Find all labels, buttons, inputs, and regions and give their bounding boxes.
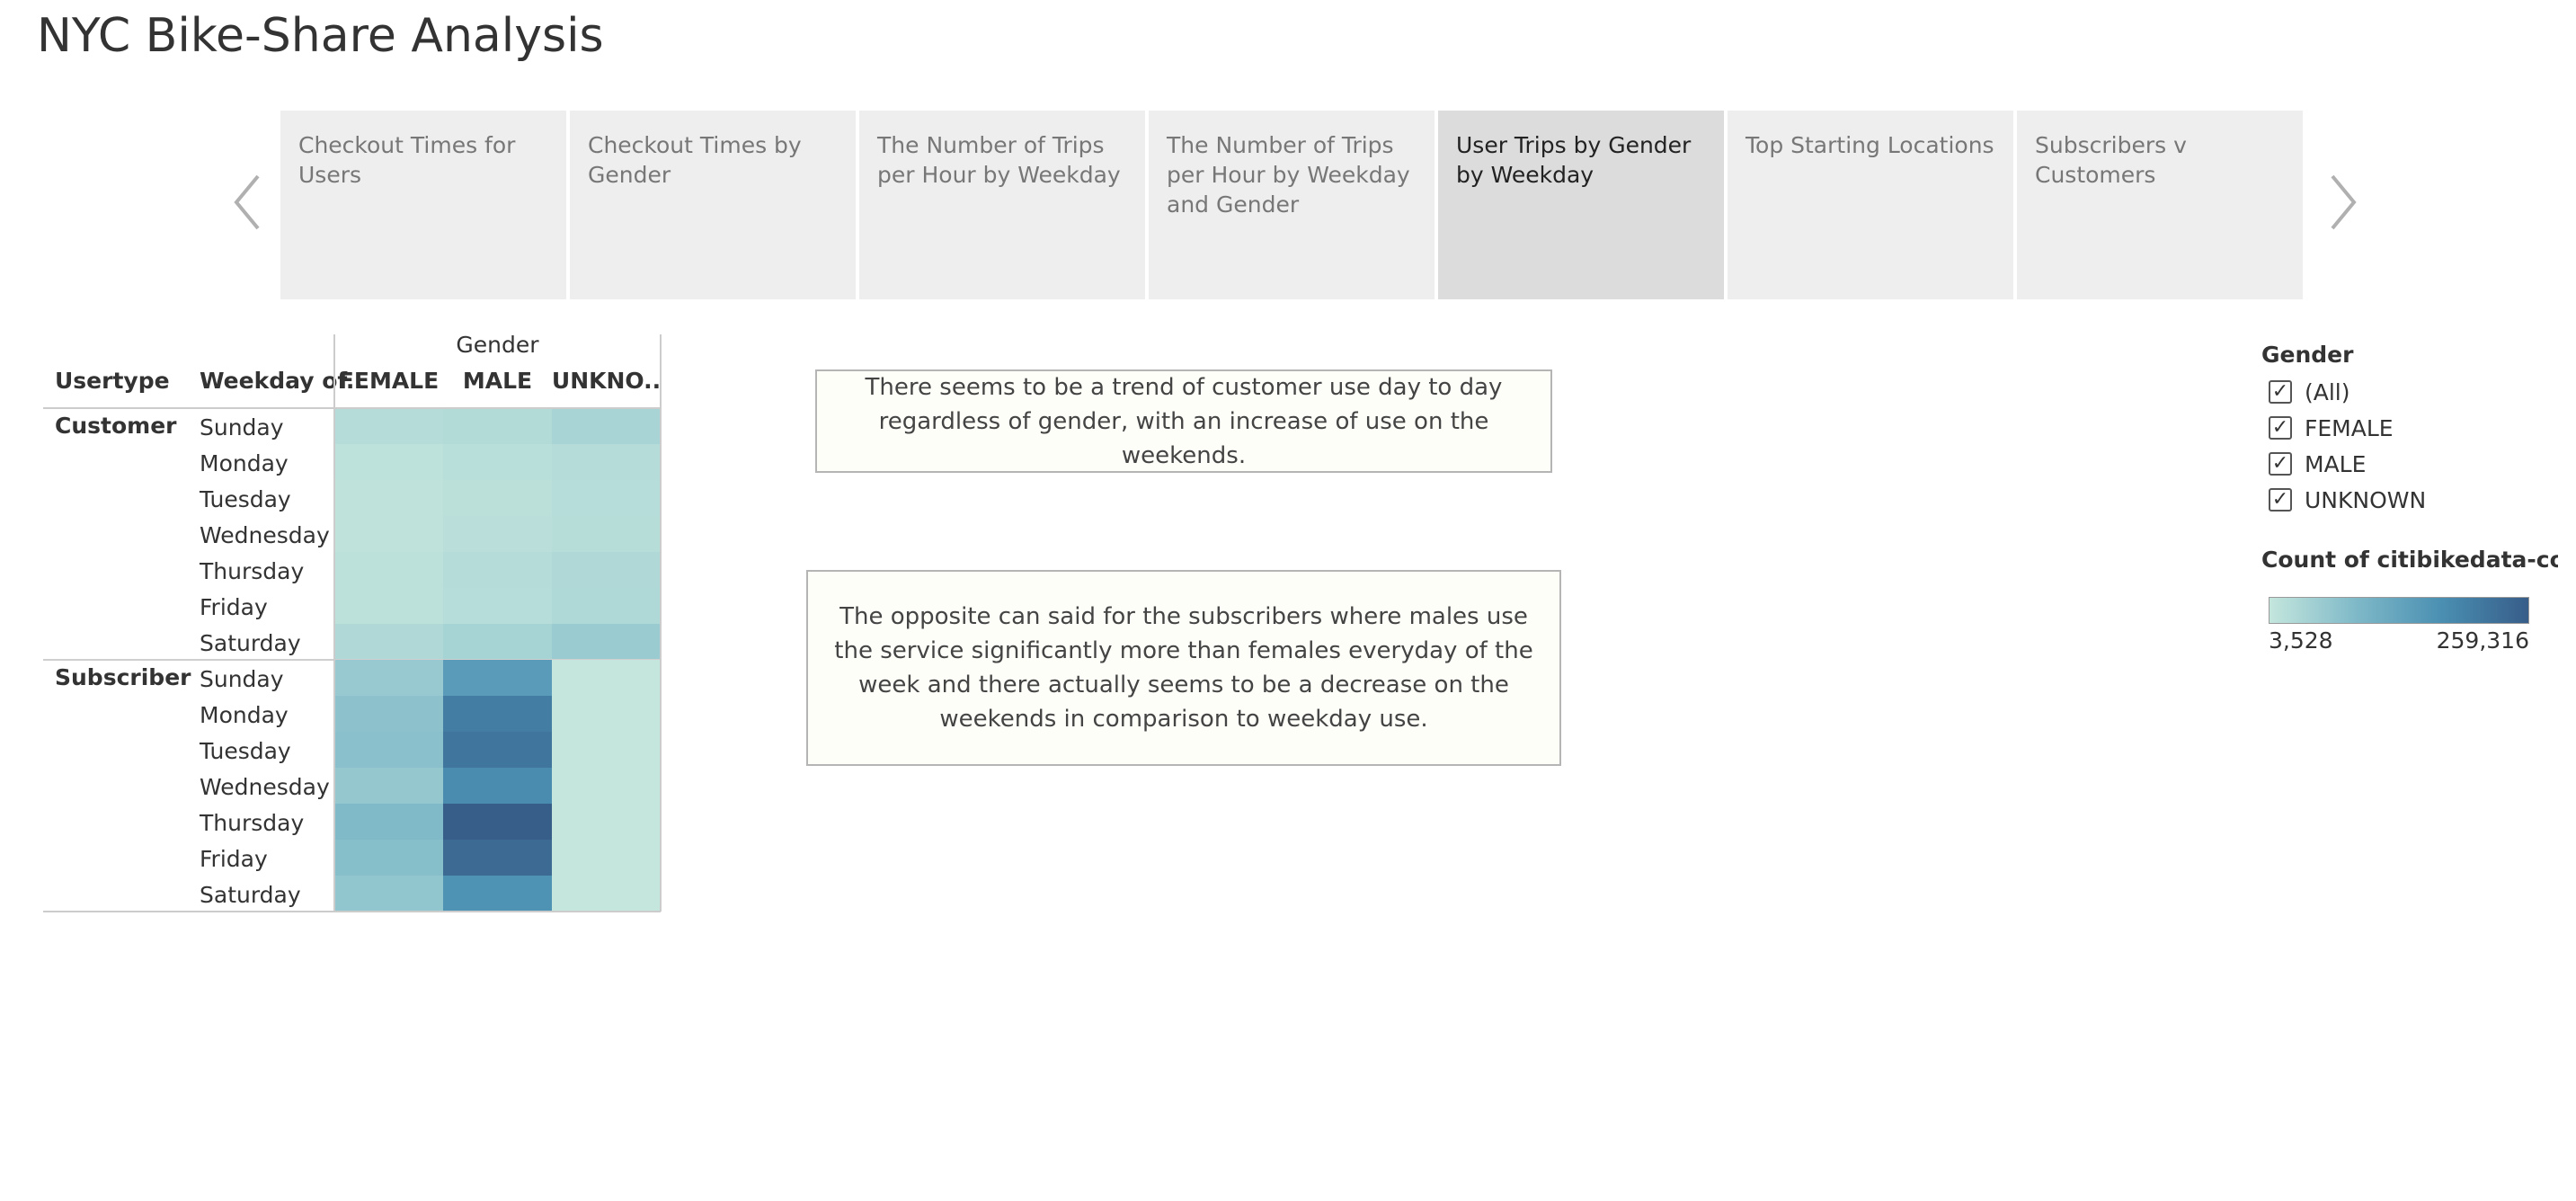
legend-gradient-bar [2269,597,2529,624]
weekday-label: Saturday [200,630,301,656]
weekday-label: Wednesday [200,522,330,548]
heatmap-cell [443,588,552,624]
weekday-label: Friday [200,594,268,620]
tab-trips-per-hour-by-weekday-and-gender[interactable]: The Number of Trips per Hour by Weekday … [1149,111,1435,299]
heatmap-cell [334,732,443,768]
heatmap-cell [443,696,552,732]
gender-filter: Gender ✓ (All) ✓ FEMALE ✓ MALE ✓ UNKNOWN [2261,342,2549,518]
heatmap-cell [334,408,443,444]
heatmap-cell [552,840,661,876]
weekday-label: Thursday [199,558,304,584]
filter-option-all[interactable]: ✓ (All) [2261,374,2549,410]
heatmap-cell [552,588,661,624]
weekday-label: Saturday [200,882,301,908]
heatmap-cell [334,444,443,480]
heatmap-cell [552,624,661,660]
filter-option-label: FEMALE [2305,414,2394,441]
filter-option-unknown[interactable]: ✓ UNKNOWN [2261,482,2549,518]
heatmap-cell [443,732,552,768]
weekday-label: Thursday [199,810,304,836]
tab-top-starting-locations[interactable]: Top Starting Locations [1728,111,2013,299]
heatmap-cell [552,804,661,840]
weekday-label: Tuesday [199,738,291,764]
filter-title: Gender [2261,342,2354,368]
weekday-label: Wednesday [200,774,330,800]
heatmap-cell [443,876,552,912]
heatmap-cell [334,480,443,516]
tab-user-trips-by-gender-by-weekday[interactable]: User Trips by Gender by Weekday [1438,111,1724,299]
heatmap-cell [334,696,443,732]
heatmap-cell [552,552,661,588]
heatmap-cell [552,660,661,696]
heatmap-cell [443,624,552,660]
heatmap-cell [552,480,661,516]
heatmap-cell [552,444,661,480]
column-header-female: FEMALE [339,368,439,394]
filter-option-female[interactable]: ✓ FEMALE [2261,410,2549,446]
weekday-label: Tuesday [199,486,291,512]
row-header-usertype: Usertype [55,368,170,394]
heatmap-cell [443,768,552,804]
weekday-label: Monday [200,702,289,728]
checkbox-checked-icon[interactable]: ✓ [2269,380,2292,404]
filter-option-label: UNKNOWN [2305,486,2427,513]
nav-next-button[interactable] [2316,166,2370,238]
heatmap-chart: GenderUsertype Weekday of..FEMALE MALE UNKN… [43,332,662,912]
heatmap-cell [552,732,661,768]
heatmap-cell [552,876,661,912]
heatmap-cell [443,516,552,552]
filter-option-label: (All) [2305,378,2350,405]
heatmap-cell [334,660,443,696]
heatmap-cell [334,840,443,876]
checkbox-checked-icon[interactable]: ✓ [2269,416,2292,440]
annotation-customer-trend: There seems to be a trend of customer us… [815,369,1552,473]
annotation-subscriber-trend-text: The opposite can said for the subscriber… [834,603,1533,733]
heatmap-cell [443,444,552,480]
tab-trips-per-hour-by-weekday[interactable]: The Number of Trips per Hour by Weekday [859,111,1145,299]
checkbox-checked-icon[interactable]: ✓ [2269,452,2292,476]
heatmap-cell [334,624,443,660]
tab-subscribers-v-customers[interactable]: Subscribers v Customers [2017,111,2303,299]
heatmap-cell [552,516,661,552]
heatmap-cell [334,876,443,912]
filter-option-label: MALE [2305,450,2367,477]
heatmap-cell [443,660,552,696]
heatmap-cell [334,588,443,624]
heatmap-cell [443,804,552,840]
column-header-male: MALE [463,368,532,394]
legend-labels: 3,528 259,316 [2269,627,2529,654]
legend-min-label: 3,528 [2269,627,2333,654]
column-group-header: Gender [456,332,539,358]
heatmap-cell [334,768,443,804]
annotation-customer-trend-text: There seems to be a trend of customer us… [865,373,1503,469]
legend-max-label: 259,316 [2436,627,2529,654]
weekday-label: Friday [200,846,268,872]
legend-title: Count of citibikedata-con... [2261,547,2558,573]
heatmap-cell [443,480,552,516]
heatmap-cell [552,696,661,732]
heatmap-cell [334,516,443,552]
weekday-label: Monday [200,450,289,476]
heatmap-cell [443,840,552,876]
checkbox-checked-icon[interactable]: ✓ [2269,488,2292,512]
heatmap-cell [552,408,661,444]
heatmap-cell [552,768,661,804]
weekday-label: Sunday [200,414,284,440]
heatmap-cell [443,552,552,588]
weekday-label: Sunday [200,666,284,692]
heatmap-cell [334,552,443,588]
row-group-label-subscriber: Subscriber [55,664,191,690]
annotation-subscriber-trend: The opposite can said for the subscriber… [806,570,1561,766]
column-header-unkno: UNKNO.. [552,368,661,394]
chevron-right-icon [2331,174,2357,230]
heatmap-cell [443,408,552,444]
color-legend: Count of citibikedata-con... 3,528 259,3… [2261,547,2558,654]
row-group-label-customer: Customer [55,413,177,439]
heatmap-cell [334,804,443,840]
filter-option-male[interactable]: ✓ MALE [2261,446,2549,482]
